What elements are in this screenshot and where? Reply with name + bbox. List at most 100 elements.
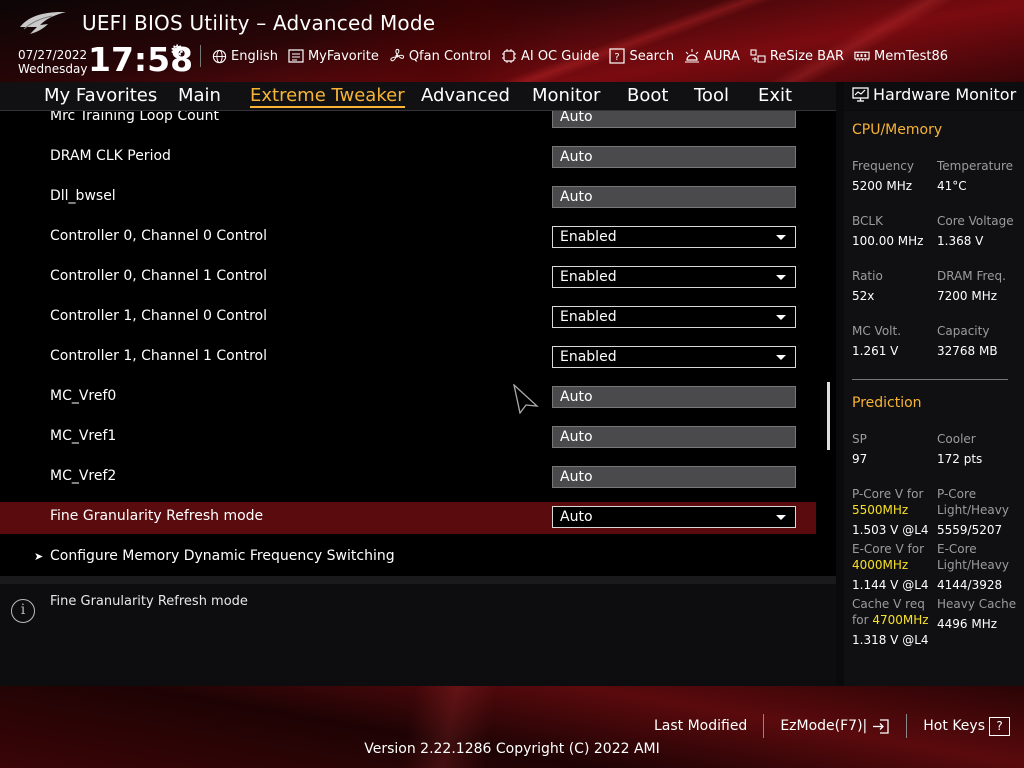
setting-row-mc-vref2[interactable]: MC_Vref2 Auto	[0, 462, 816, 494]
setting-row-controller1-channel1[interactable]: Controller 1, Channel 1 Control Enabled	[0, 342, 816, 374]
myfavorite-button[interactable]: MyFavorite	[288, 48, 379, 64]
setting-value-field[interactable]: Auto	[552, 186, 796, 208]
qfan-control-button[interactable]: Qfan Control	[389, 48, 491, 64]
hw-label: DRAM Freq.	[937, 269, 1006, 283]
dropdown-arrow-icon	[776, 315, 786, 320]
clock-settings-gear-icon[interactable]: ⚙	[170, 41, 184, 60]
scrollbar-thumb[interactable]	[827, 382, 830, 450]
panel-divider	[0, 576, 836, 584]
ai-oc-guide-button[interactable]: AI OC Guide	[501, 48, 599, 64]
memtest86-label: MemTest86	[874, 48, 949, 64]
hw-dram-freq: DRAM Freq. 7200 MHz	[937, 268, 1006, 304]
ezmode-button[interactable]: EzMode(F7)|	[780, 718, 890, 735]
setting-label: MC_Vref1	[50, 428, 117, 444]
hw-label: BCLK	[852, 214, 883, 228]
help-panel: i Fine Granularity Refresh mode	[0, 584, 836, 686]
setting-label: Dll_bwsel	[50, 188, 116, 204]
ezmode-label: EzMode(F7)|	[780, 718, 868, 734]
dropdown-arrow-icon	[776, 515, 786, 520]
search-button[interactable]: ? Search	[609, 48, 674, 64]
hw-label: P-Core	[937, 487, 977, 501]
hw-pcore-voltage: P-Core V for 5500MHz 1.503 V @L4	[852, 486, 929, 538]
setting-row-fine-granularity-refresh-mode[interactable]: Fine Granularity Refresh mode Auto	[0, 502, 816, 534]
hw-value: 1.368 V	[937, 234, 984, 248]
tab-extreme-tweaker[interactable]: Extreme Tweaker	[250, 85, 405, 108]
resize-bar-button[interactable]: ReSize BAR	[750, 48, 844, 64]
header-bar: UEFI BIOS Utility – Advanced Mode 07/27/…	[0, 0, 1024, 82]
setting-row-mrc-training-loop-count[interactable]: Mrc Training Loop Count Auto	[0, 111, 816, 134]
setting-label: MC_Vref0	[50, 388, 117, 404]
mouse-cursor-icon	[513, 384, 539, 414]
hw-value: 4144/3928	[937, 578, 1003, 592]
setting-row-dram-clk-period[interactable]: DRAM CLK Period Auto	[0, 142, 816, 174]
tab-my-favorites[interactable]: My Favorites	[44, 85, 157, 106]
aura-button[interactable]: AURA	[684, 48, 740, 64]
dropdown-arrow-icon	[776, 355, 786, 360]
hot-keys-button[interactable]: Hot Keys ?	[923, 716, 1010, 736]
hw-label: Temperature	[937, 159, 1014, 173]
hw-bclk: BCLK 100.00 MHz	[852, 213, 923, 249]
hw-frequency-highlight: 5500MHz	[852, 503, 909, 517]
tab-exit[interactable]: Exit	[758, 85, 792, 106]
myfavorite-label: MyFavorite	[307, 48, 379, 64]
hw-label: SP	[852, 432, 867, 446]
setting-dropdown[interactable]: Enabled	[552, 306, 796, 328]
setting-row-controller0-channel1[interactable]: Controller 0, Channel 1 Control Enabled	[0, 262, 816, 294]
tab-monitor[interactable]: Monitor	[532, 85, 600, 106]
ai-oc-guide-label: AI OC Guide	[520, 48, 600, 64]
tab-advanced[interactable]: Advanced	[421, 85, 510, 106]
setting-row-mc-vref1[interactable]: MC_Vref1 Auto	[0, 422, 816, 454]
hw-sp: SP 97	[852, 431, 867, 467]
hw-value: 5559/5207	[937, 523, 1003, 537]
language-button[interactable]: English	[211, 48, 278, 64]
hw-value: 1.261 V	[852, 344, 899, 358]
setting-value-field[interactable]: Auto	[552, 146, 796, 168]
setting-label: Mrc Training Loop Count	[50, 111, 219, 124]
setting-row-dll-bwsel[interactable]: Dll_bwsel Auto	[0, 182, 816, 214]
aura-light-icon	[684, 48, 700, 64]
setting-label: Controller 0, Channel 0 Control	[50, 228, 268, 244]
setting-value-field[interactable]: Auto	[552, 466, 796, 488]
setting-label: Fine Granularity Refresh mode	[50, 508, 264, 524]
memtest86-button[interactable]: MemTest86	[854, 48, 948, 64]
setting-row-controller0-channel0[interactable]: Controller 0, Channel 0 Control Enabled	[0, 222, 816, 254]
hardware-monitor-title: Hardware Monitor	[873, 85, 1017, 104]
hw-cache-freq-line: for 4700MHz	[852, 612, 929, 628]
footer-divider	[763, 714, 765, 738]
setting-value-field[interactable]: Auto	[552, 111, 796, 128]
hw-cache-voltage: Cache V req for 4700MHz 1.318 V @L4	[852, 596, 929, 648]
setting-value-field[interactable]: Auto	[552, 386, 796, 408]
setting-row-mc-vref0[interactable]: MC_Vref0 Auto	[0, 382, 816, 414]
footer-bar: Last Modified EzMode(F7)| Hot Keys ? Ver…	[0, 686, 1024, 768]
hw-value: 52x	[852, 289, 875, 303]
info-icon: i	[11, 599, 35, 623]
hw-heavy-cache: Heavy Cache 4496 MHz	[937, 596, 1016, 632]
tab-main[interactable]: Main	[178, 85, 221, 106]
search-label: Search	[629, 48, 675, 64]
cpu-memory-heading: CPU/Memory	[852, 122, 943, 138]
hardware-monitor-header: Hardware Monitor	[844, 82, 1024, 110]
tab-boot[interactable]: Boot	[627, 85, 668, 106]
setting-dropdown[interactable]: Enabled	[552, 346, 796, 368]
setting-value-field[interactable]: Auto	[552, 426, 796, 448]
main-nav-tabs: My Favorites Main Extreme Tweaker Advanc…	[0, 82, 836, 111]
resize-bar-label: ReSize BAR	[769, 48, 845, 64]
globe-icon	[211, 48, 227, 64]
language-label: English	[231, 48, 278, 64]
setting-row-controller1-channel0[interactable]: Controller 1, Channel 0 Control Enabled	[0, 302, 816, 334]
hw-label: Cooler	[937, 432, 976, 446]
setting-dropdown[interactable]: Auto	[552, 506, 796, 528]
submenu-memory-dynamic-frequency-switching[interactable]: ➤ Configure Memory Dynamic Frequency Swi…	[0, 542, 816, 574]
dropdown-value: Auto	[560, 509, 593, 525]
hw-cooler: Cooler 172 pts	[937, 431, 982, 467]
ai-guide-icon	[501, 48, 517, 64]
last-modified-button[interactable]: Last Modified	[654, 718, 747, 734]
settings-list: Mrc Training Loop Count Auto DRAM CLK Pe…	[0, 111, 836, 576]
dropdown-value: Enabled	[560, 269, 617, 285]
hw-value: 7200 MHz	[937, 289, 998, 303]
tab-tool[interactable]: Tool	[694, 85, 729, 106]
setting-dropdown[interactable]: Enabled	[552, 266, 796, 288]
hw-value: 1.318 V @L4	[852, 633, 929, 647]
setting-label: Controller 0, Channel 1 Control	[50, 268, 268, 284]
setting-dropdown[interactable]: Enabled	[552, 226, 796, 248]
